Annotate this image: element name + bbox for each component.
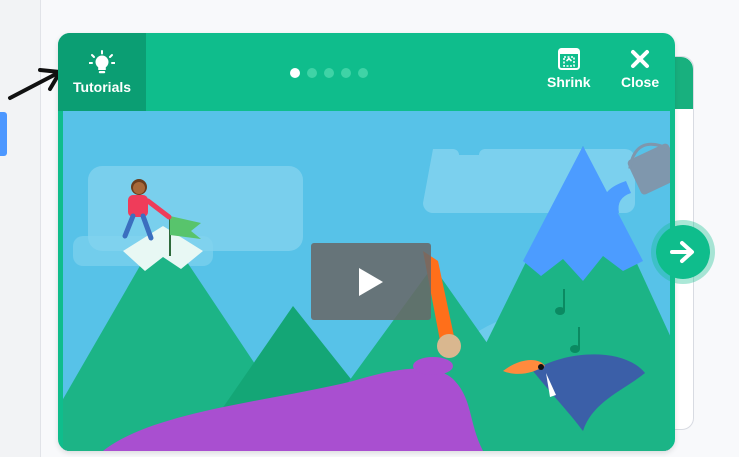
arrow-right-icon bbox=[670, 241, 694, 263]
pagination-dots bbox=[290, 67, 368, 79]
pagination-dot-2[interactable] bbox=[307, 68, 317, 78]
close-label: Close bbox=[621, 74, 660, 90]
tutorials-label: Tutorials bbox=[72, 78, 132, 95]
play-icon bbox=[359, 267, 383, 296]
pagination-dot-1[interactable] bbox=[290, 68, 300, 78]
play-button[interactable] bbox=[311, 243, 431, 320]
tutorial-card: Tutorials Shrink Close bbox=[58, 33, 675, 451]
tutorial-video[interactable] bbox=[63, 111, 670, 451]
close-icon bbox=[631, 50, 650, 68]
pagination-dot-4[interactable] bbox=[341, 68, 351, 78]
pagination-dot-5[interactable] bbox=[358, 68, 368, 78]
next-button[interactable] bbox=[651, 220, 715, 284]
tutorials-button[interactable]: Tutorials bbox=[58, 33, 146, 111]
close-button[interactable]: Close bbox=[621, 47, 659, 90]
lightbulb-icon bbox=[89, 49, 115, 73]
shrink-icon bbox=[557, 48, 580, 70]
shrink-label: Shrink bbox=[547, 74, 591, 90]
left-edge-tab[interactable] bbox=[0, 112, 7, 156]
shrink-button[interactable]: Shrink bbox=[547, 47, 591, 90]
pagination-dot-3[interactable] bbox=[324, 68, 334, 78]
card-header: Tutorials Shrink Close bbox=[58, 33, 675, 111]
